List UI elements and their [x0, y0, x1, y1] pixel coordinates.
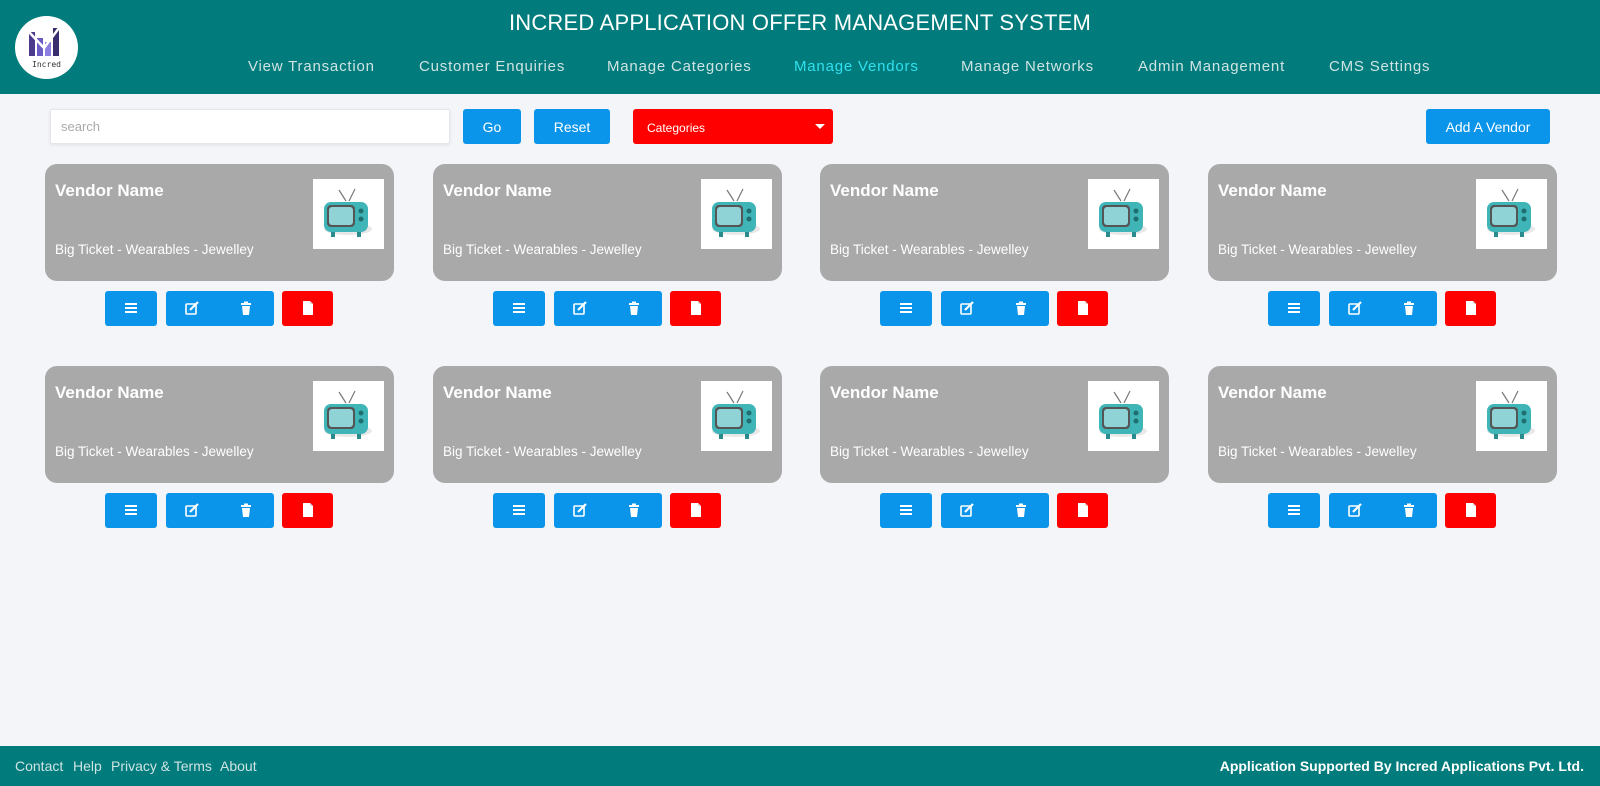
vendor-document-button[interactable] — [1057, 291, 1108, 326]
vendor-document-button[interactable] — [1445, 291, 1496, 326]
nav-manage-networks[interactable]: Manage Networks — [961, 58, 1094, 75]
vendor-categories: Big Ticket - Wearables - Jewelley — [1218, 444, 1417, 459]
vendor-details-button[interactable] — [105, 493, 157, 528]
reset-button[interactable]: Reset — [534, 109, 610, 144]
vendor-categories: Big Ticket - Wearables - Jewelley — [55, 242, 254, 257]
footer-link-contact[interactable]: Contact — [15, 758, 63, 774]
caret-down-icon — [815, 124, 825, 129]
nav-admin-management[interactable]: Admin Management — [1138, 58, 1285, 75]
vendor-categories: Big Ticket - Wearables - Jewelley — [55, 444, 254, 459]
vendor-thumbnail — [1088, 381, 1159, 451]
footer-bar: Contact Help Privacy & Terms About Appli… — [0, 746, 1600, 786]
vendor-edit-delete-button[interactable] — [941, 291, 1049, 326]
vendor-edit-delete-button[interactable] — [554, 493, 662, 528]
footer-support-text: Application Supported By Incred Applicat… — [1219, 758, 1584, 774]
vendor-details-button[interactable] — [1268, 493, 1320, 528]
vendor-card[interactable]: Vendor Name Big Ticket - Wearables - Jewe… — [1208, 164, 1557, 281]
vendor-categories: Big Ticket - Wearables - Jewelley — [830, 242, 1029, 257]
vendor-document-button[interactable] — [282, 493, 333, 528]
footer-link-about[interactable]: About — [220, 758, 257, 774]
vendor-categories: Big Ticket - Wearables - Jewelley — [443, 444, 642, 459]
footer-link-privacy-terms[interactable]: Privacy & Terms — [111, 758, 212, 774]
header-bar: Incred INCRED APPLICATION OFFER MANAGEME… — [0, 0, 1600, 94]
vendor-edit-delete-button[interactable] — [166, 493, 274, 528]
vendor-thumbnail — [313, 381, 384, 451]
vendor-card[interactable]: Vendor Name Big Ticket - Wearables - Jewe… — [820, 164, 1169, 281]
vendor-details-button[interactable] — [493, 291, 545, 326]
app-title: INCRED APPLICATION OFFER MANAGEMENT SYST… — [508, 10, 1092, 35]
vendor-name: Vendor Name — [55, 181, 164, 200]
vendor-card[interactable]: Vendor Name Big Ticket - Wearables - Jewe… — [45, 164, 394, 281]
vendor-details-button[interactable] — [493, 493, 545, 528]
search-input[interactable] — [50, 109, 450, 144]
vendor-details-button[interactable] — [880, 493, 932, 528]
vendor-thumbnail — [1476, 381, 1547, 451]
vendor-edit-delete-button[interactable] — [1329, 493, 1437, 528]
nav-customer-enquiries[interactable]: Customer Enquiries — [419, 58, 565, 75]
vendor-document-button[interactable] — [1057, 493, 1108, 528]
nav-view-transaction[interactable]: View Transaction — [248, 58, 375, 75]
vendor-thumbnail — [1476, 179, 1547, 249]
vendor-name: Vendor Name — [443, 181, 552, 200]
vendor-edit-delete-button[interactable] — [1329, 291, 1437, 326]
vendor-name: Vendor Name — [1218, 181, 1327, 200]
tv-icon — [1487, 390, 1535, 439]
vendor-name: Vendor Name — [830, 181, 939, 200]
vendor-name: Vendor Name — [443, 383, 552, 402]
vendor-edit-delete-button[interactable] — [941, 493, 1049, 528]
vendor-thumbnail — [1088, 179, 1159, 249]
nav-manage-vendors[interactable]: Manage Vendors — [794, 58, 919, 75]
vendor-categories: Big Ticket - Wearables - Jewelley — [443, 242, 642, 257]
vendor-name: Vendor Name — [830, 383, 939, 402]
categories-dropdown-label: Categories — [647, 121, 706, 135]
footer-link-help[interactable]: Help — [73, 758, 102, 774]
vendor-thumbnail — [701, 179, 772, 249]
vendor-document-button[interactable] — [670, 493, 721, 528]
tv-icon — [712, 390, 760, 439]
tv-icon — [324, 390, 372, 439]
categories-dropdown[interactable]: Categories — [633, 109, 833, 144]
nav-manage-categories[interactable]: Manage Categories — [607, 58, 752, 75]
add-vendor-button[interactable]: Add A Vendor — [1426, 109, 1550, 144]
vendor-card[interactable]: Vendor Name Big Ticket - Wearables - Jewe… — [1208, 366, 1557, 483]
vendor-details-button[interactable] — [105, 291, 157, 326]
vendor-thumbnail — [313, 179, 384, 249]
go-button[interactable]: Go — [463, 109, 521, 144]
tv-icon — [324, 188, 372, 237]
vendor-categories: Big Ticket - Wearables - Jewelley — [830, 444, 1029, 459]
vendor-name: Vendor Name — [1218, 383, 1327, 402]
vendor-card[interactable]: Vendor Name Big Ticket - Wearables - Jewe… — [433, 366, 782, 483]
vendor-card[interactable]: Vendor Name Big Ticket - Wearables - Jewe… — [45, 366, 394, 483]
tv-icon — [712, 188, 760, 237]
vendor-edit-delete-button[interactable] — [554, 291, 662, 326]
vendor-card[interactable]: Vendor Name Big Ticket - Wearables - Jewe… — [820, 366, 1169, 483]
vendor-categories: Big Ticket - Wearables - Jewelley — [1218, 242, 1417, 257]
vendor-name: Vendor Name — [55, 383, 164, 402]
nav-cms-settings[interactable]: CMS Settings — [1329, 58, 1430, 75]
tv-icon — [1099, 188, 1147, 237]
vendor-document-button[interactable] — [282, 291, 333, 326]
vendor-details-button[interactable] — [1268, 291, 1320, 326]
vendor-card[interactable]: Vendor Name Big Ticket - Wearables - Jewe… — [433, 164, 782, 281]
vendor-document-button[interactable] — [1445, 493, 1496, 528]
tv-icon — [1487, 188, 1535, 237]
tv-icon — [1099, 390, 1147, 439]
main-nav: View Transaction Customer Enquiries Mana… — [0, 58, 1600, 78]
vendor-thumbnail — [701, 381, 772, 451]
vendor-edit-delete-button[interactable] — [166, 291, 274, 326]
vendor-details-button[interactable] — [880, 291, 932, 326]
vendor-document-button[interactable] — [670, 291, 721, 326]
